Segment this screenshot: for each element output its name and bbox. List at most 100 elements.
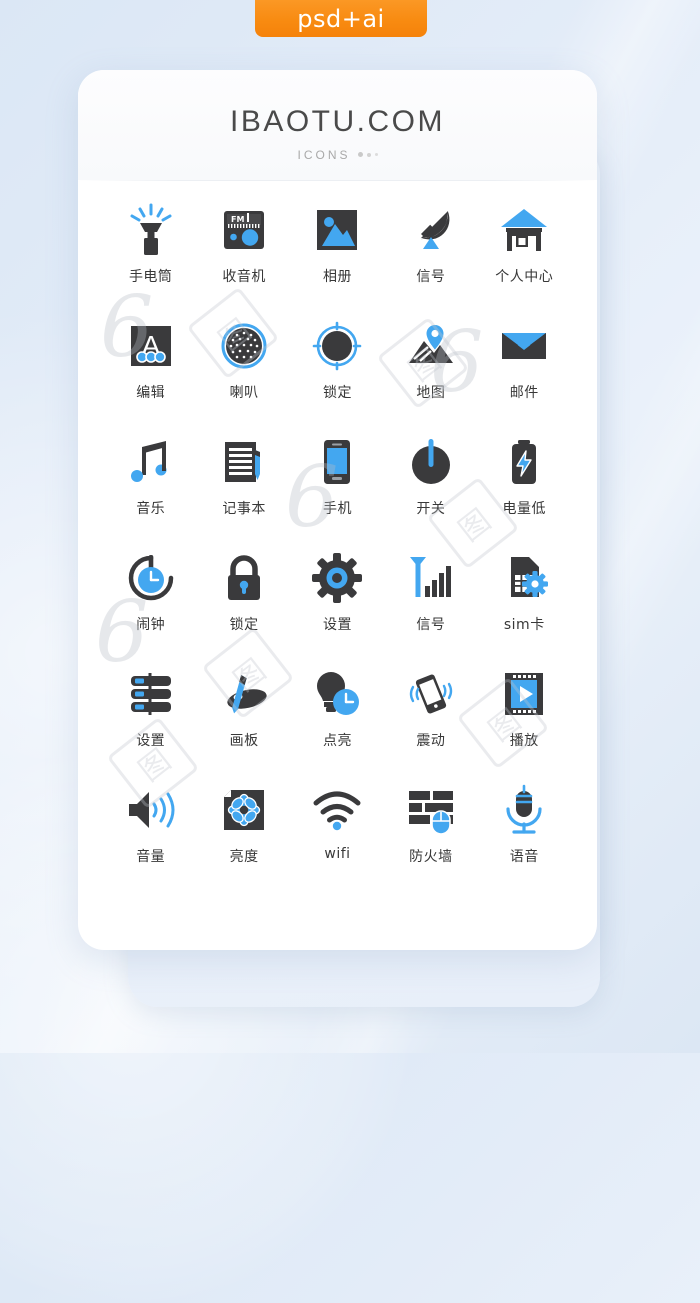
play-film-icon: [497, 667, 551, 721]
icon-label: 邮件: [509, 385, 539, 401]
personal-center-icon: [497, 203, 551, 257]
icon-cell-satellite-signal[interactable]: 信号: [384, 203, 477, 301]
icon-label: 编辑: [136, 385, 166, 401]
speaker-icon: [217, 319, 271, 373]
icon-cell-light-up[interactable]: 点亮: [291, 667, 384, 765]
icon-cell-alarm-clock[interactable]: 闹钟: [104, 551, 197, 649]
icon-cell-firewall[interactable]: 防火墙: [384, 783, 477, 881]
firewall-icon: [404, 783, 458, 837]
icon-label: 电量低: [502, 501, 547, 517]
flashlight-icon: [124, 203, 178, 257]
notepad-icon: [217, 435, 271, 489]
icon-cell-voice-microphone[interactable]: 语音: [478, 783, 571, 881]
icon-cell-edit[interactable]: A 编辑: [104, 319, 197, 417]
icon-cell-play-film[interactable]: 播放: [478, 667, 571, 765]
brightness-icon: [217, 783, 271, 837]
icon-label: sim卡: [503, 617, 545, 633]
card-header: IBAOTU.COM ICONS: [78, 70, 597, 180]
icon-label: 震动: [416, 733, 446, 749]
settings-sliders-icon: [124, 667, 178, 721]
signal-bars-icon: [404, 551, 458, 605]
mail-icon: [497, 319, 551, 373]
volume-icon: [124, 783, 178, 837]
icon-label: 记事本: [222, 501, 266, 517]
icon-label: 信号: [416, 617, 446, 633]
icon-label: 播放: [509, 733, 539, 749]
voice-microphone-icon: [497, 783, 551, 837]
icon-label: 个人中心: [495, 269, 554, 285]
icon-cell-settings-sliders[interactable]: 设置: [104, 667, 197, 765]
drawing-board-icon: [217, 667, 271, 721]
icon-label: 信号: [416, 269, 446, 285]
icon-cell-photo-album[interactable]: 相册: [291, 203, 384, 301]
radio-icon: FM: [217, 203, 271, 257]
icon-cell-music[interactable]: 音乐: [104, 435, 197, 533]
settings-gear-icon: [310, 551, 364, 605]
icon-set-card: IBAOTU.COM ICONS 手电筒 FM 收音机 相册 信号 个人中心 A…: [78, 70, 597, 950]
icon-label: 设置: [322, 617, 352, 633]
vibrate-icon: [404, 667, 458, 721]
icon-label: 音量: [136, 849, 166, 865]
icon-label: 锁定: [322, 385, 352, 401]
badge-label: psd+ai: [297, 4, 385, 33]
icon-cell-volume[interactable]: 音量: [104, 783, 197, 881]
icon-label: 喇叭: [229, 385, 259, 401]
icon-cell-notepad[interactable]: 记事本: [197, 435, 290, 533]
icon-label: 锁定: [229, 617, 259, 633]
icon-cell-sim-card[interactable]: sim卡: [478, 551, 571, 649]
icon-cell-power-switch[interactable]: 开关: [384, 435, 477, 533]
mobile-phone-icon: [310, 435, 364, 489]
icon-cell-map[interactable]: 地图: [384, 319, 477, 417]
wifi-icon: [310, 783, 364, 837]
icon-label: 手机: [322, 501, 352, 517]
icon-label: 防火墙: [409, 849, 453, 865]
icon-label: 收音机: [222, 269, 266, 285]
satellite-signal-icon: [404, 203, 458, 257]
sim-card-icon: [497, 551, 551, 605]
icon-grid: 手电筒 FM 收音机 相册 信号 个人中心 A 编辑 喇叭 锁定 地图 邮件 音…: [78, 181, 597, 899]
icon-label: 开关: [416, 501, 446, 517]
light-up-icon: [310, 667, 364, 721]
icon-cell-personal-center[interactable]: 个人中心: [478, 203, 571, 301]
edit-icon: A: [124, 319, 178, 373]
icon-cell-padlock[interactable]: 锁定: [197, 551, 290, 649]
icon-label: 相册: [322, 269, 352, 285]
icon-cell-brightness[interactable]: 亮度: [197, 783, 290, 881]
photo-album-icon: [310, 203, 364, 257]
psd-ai-badge: psd+ai: [255, 0, 427, 37]
icon-cell-settings-gear[interactable]: 设置: [291, 551, 384, 649]
icon-label: 画板: [229, 733, 259, 749]
icon-cell-mail[interactable]: 邮件: [478, 319, 571, 417]
music-icon: [124, 435, 178, 489]
padlock-icon: [217, 551, 271, 605]
subtitle-text: ICONS: [297, 147, 351, 162]
low-battery-icon: [497, 435, 551, 489]
icon-cell-vibrate[interactable]: 震动: [384, 667, 477, 765]
icon-label: 闹钟: [136, 617, 166, 633]
subtitle-row: ICONS: [297, 147, 378, 162]
icon-label: 手电筒: [128, 269, 173, 285]
icon-cell-drawing-board[interactable]: 画板: [197, 667, 290, 765]
icon-cell-wifi[interactable]: wifi: [291, 783, 384, 881]
icon-cell-radio[interactable]: FM 收音机: [197, 203, 290, 301]
subtitle-dots-icon: [357, 152, 378, 157]
page-title: IBAOTU.COM: [229, 104, 445, 138]
icon-cell-low-battery[interactable]: 电量低: [478, 435, 571, 533]
icon-cell-flashlight[interactable]: 手电筒: [104, 203, 197, 301]
icon-label: 设置: [136, 733, 166, 749]
icon-label: 语音: [509, 849, 539, 865]
icon-cell-mobile-phone[interactable]: 手机: [291, 435, 384, 533]
icon-label: 地图: [416, 385, 446, 401]
alarm-clock-icon: [124, 551, 178, 605]
power-switch-icon: [404, 435, 458, 489]
icon-label: 点亮: [322, 733, 352, 749]
icon-label: 亮度: [229, 849, 259, 865]
icon-cell-focus-lock[interactable]: 锁定: [291, 319, 384, 417]
focus-lock-icon: [310, 319, 364, 373]
map-icon: [404, 319, 458, 373]
svg-text:FM: FM: [231, 215, 244, 224]
icon-cell-speaker[interactable]: 喇叭: [197, 319, 290, 417]
icon-cell-signal-bars[interactable]: 信号: [384, 551, 477, 649]
icon-label: wifi: [324, 846, 351, 862]
icon-label: 音乐: [136, 501, 166, 517]
